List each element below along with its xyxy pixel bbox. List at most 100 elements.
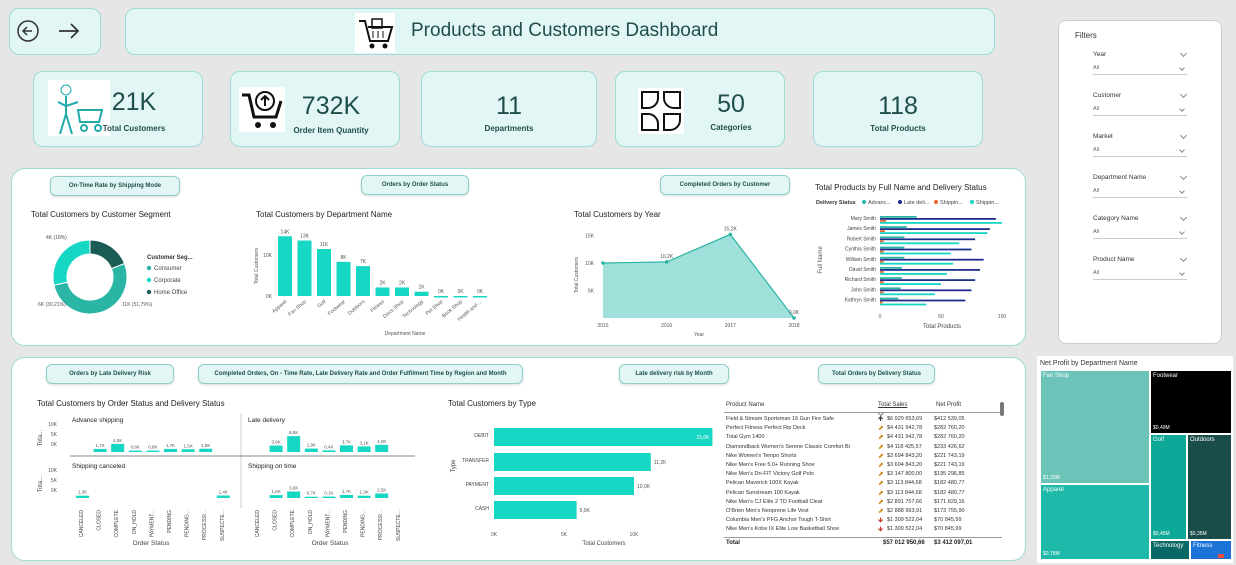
filter-dropdown[interactable]: All <box>1093 270 1187 280</box>
axis-label: Total Customers <box>574 256 580 293</box>
treemap-tile[interactable]: Footwear $0,49M <box>1150 370 1232 434</box>
data-label: 1,7K <box>95 443 104 448</box>
bar <box>340 494 353 498</box>
tick-label: PROCESSI... <box>202 510 208 540</box>
table-row[interactable]: Total Gym 1400 ⬈ $4 431 942,78 $282 760,20 <box>724 434 1002 443</box>
bar <box>269 495 283 498</box>
table-row[interactable]: Pelican Maverick 100X Kayak ⬈ $3 113 844,6… <box>724 480 1002 489</box>
table-scrollbar[interactable] <box>1000 402 1004 416</box>
page-title: Products and Customers Dashboard <box>411 20 719 41</box>
legend-item: Shippin... <box>940 200 963 206</box>
table-header[interactable]: Total Sales <box>878 402 907 408</box>
kpi-value: 732K <box>301 92 361 120</box>
back-arrow-icon[interactable] <box>16 19 40 43</box>
filter-dropdown[interactable]: All <box>1093 106 1187 116</box>
bar <box>304 496 318 498</box>
donut-label: 6K (30,21%) <box>38 302 66 308</box>
bar <box>473 296 487 298</box>
tick-label: 15K <box>585 234 595 240</box>
product-table: Product Name Total Sales Net Profit Field &… <box>724 400 1006 550</box>
kpi-label: Departments <box>484 124 534 133</box>
table-row[interactable]: Nike Men's CJ Elite 2 TD Football Cleat ⬈… <box>724 499 1002 508</box>
cell-sales: $3 113 844,68 <box>887 489 922 496</box>
filter-dropdown[interactable]: All <box>1093 188 1187 198</box>
arrow-diagonal-icon: ⬈ <box>878 508 884 515</box>
panel-title: Shipping canceled <box>72 463 126 470</box>
cell-profit: $233 426,62 <box>934 443 965 450</box>
table-header[interactable]: Net Profit <box>936 402 961 408</box>
bar <box>880 226 907 228</box>
kpi-card-departments: 11 Departments <box>421 71 597 147</box>
chart-title: Total Customers by Customer Segment <box>31 210 171 219</box>
tick-label: 5K <box>51 432 58 438</box>
treemap-tile[interactable]: Golf $0,45M <box>1150 434 1187 540</box>
nav-button-total-orders-delivery[interactable]: Total Orders by Delivery Status <box>818 364 935 384</box>
table-row[interactable]: Nike Men's Kobe IX Elite Low Basketball … <box>724 526 1002 535</box>
nav-button-on-time-rate[interactable]: On-Time Rate by Shipping Mode <box>50 176 180 196</box>
treemap-tile[interactable]: Apparel $0,78M <box>1040 484 1150 560</box>
tick-label: 5K <box>588 289 595 295</box>
cell-profit: $195 296,85 <box>934 471 965 478</box>
table-row[interactable]: Diamondback Women's Serene Classic Comfo… <box>724 444 1002 453</box>
treemap-tile[interactable]: Fitness <box>1190 540 1232 560</box>
filters-title: Filters <box>1075 31 1097 40</box>
table-row[interactable]: Perfect Fitness Perfect Rip Deck ⬈ $4 431 … <box>724 425 1002 434</box>
data-point <box>792 316 796 320</box>
legend-marker <box>934 200 938 204</box>
nav-button-region-month[interactable]: Completed Orders, On - Time Rate, Late D… <box>198 364 523 384</box>
donut-slice <box>52 239 91 286</box>
legend-marker <box>146 277 152 283</box>
nav-button-orders-by-status[interactable]: Orders by Order Status <box>361 175 469 195</box>
filter-label: Year <box>1093 51 1107 58</box>
filter-dropdown[interactable]: All <box>1093 229 1187 239</box>
table-row[interactable]: Nike Women's Tempo Shorts ⬈ $3 694 843,20 $… <box>724 453 1002 462</box>
bar <box>880 303 927 306</box>
tick-label: 10K <box>48 422 58 428</box>
table-row[interactable]: Pelican Sunstream 100 Kayak ⬈ $3 113 844,6… <box>724 490 1002 499</box>
donut-label: 11K (51,79%) <box>122 302 153 308</box>
bar <box>880 236 905 239</box>
nav-button-completed-orders[interactable]: Completed Orders by Customer <box>660 175 790 195</box>
order-status-small-multiples: Tota... Tota... 10K 5K 0K 10K 5K 0K Advance ship… <box>38 413 415 547</box>
cell-profit: $221 743,19 <box>934 452 965 459</box>
cell-sales: $6 929 653,69 <box>887 416 923 422</box>
table-header[interactable]: Product Name <box>726 402 764 408</box>
table-row[interactable]: O'Brien Men's Neoprene Life Vest ⬈ $2 888 … <box>724 508 1002 517</box>
data-label: 4,5K <box>113 438 122 443</box>
tick-label: David Smith <box>849 267 876 273</box>
forward-arrow-icon[interactable] <box>56 19 82 43</box>
filter-dropdown[interactable]: All <box>1093 147 1187 157</box>
treemap-tile[interactable]: Fan Shop $1,20M <box>1040 370 1150 484</box>
table-row[interactable]: Field & Stream Sportsman 16 Gun Fire Saf… <box>724 416 1002 425</box>
data-label: 0,4K <box>324 444 333 449</box>
cell-product: Nike Men's Kobe IX Elite Low Basketball … <box>726 526 840 533</box>
chevron-down-icon[interactable] <box>1179 213 1188 222</box>
nav-button-late-delivery-risk[interactable]: Orders by Late Delivery Risk <box>46 364 174 384</box>
data-label: 1K <box>418 285 425 291</box>
table-row[interactable]: Nike Men's Free 5.0+ Running Shoe ⬈ $3 694… <box>724 462 1002 471</box>
chevron-down-icon[interactable] <box>1179 131 1188 140</box>
chevron-down-icon[interactable] <box>1179 254 1188 263</box>
bar <box>880 299 966 302</box>
filter-dropdown[interactable]: All <box>1093 65 1187 75</box>
chevron-down-icon[interactable] <box>1179 172 1188 181</box>
donut-chart: 11K (51,79%) 6K (30,21%) 4K (18%) Customer … <box>38 235 193 315</box>
tick-label: PAYMENT... <box>149 510 155 537</box>
bar <box>880 291 884 294</box>
data-label: 4,0K <box>377 439 386 444</box>
bar <box>880 246 905 249</box>
data-label: 0,7K <box>307 491 316 496</box>
treemap-tile[interactable]: Outdoors $0,35M <box>1187 434 1232 540</box>
table-row[interactable]: Columbia Men's PFG Anchor Tough T-Shirt 🡻… <box>724 517 1002 526</box>
chevron-down-icon[interactable] <box>1179 90 1188 99</box>
treemap-tile[interactable]: Technology <box>1150 540 1190 560</box>
tick-label: 0K <box>51 488 58 494</box>
bar <box>880 289 972 292</box>
data-point <box>728 232 733 237</box>
nav-button-late-risk-month[interactable]: Late delivery risk by Month <box>619 364 729 384</box>
table-row[interactable]: Nike Men's Dri-FIT Victory Golf Polo ⬈ $3 … <box>724 471 1002 480</box>
chevron-down-icon[interactable] <box>1179 49 1188 58</box>
bar <box>356 266 370 296</box>
kpi-value: 21K <box>111 88 157 116</box>
data-label: 0,8K <box>131 445 140 450</box>
